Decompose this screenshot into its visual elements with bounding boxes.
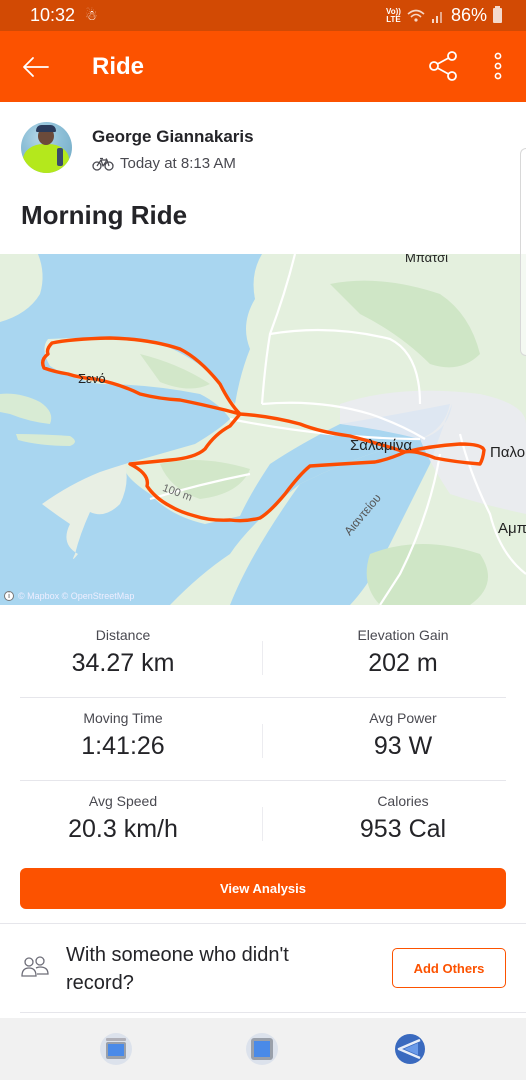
stat-label: Avg Speed bbox=[88, 793, 158, 809]
home-icon[interactable] bbox=[245, 1032, 279, 1066]
status-icons: Vo)) LTE 86% bbox=[386, 5, 502, 26]
map-label-center-town: Σαλαμίνα bbox=[350, 437, 413, 454]
activity-title: Morning Ride bbox=[21, 200, 188, 230]
map-canvas bbox=[0, 254, 526, 605]
stat-value: 34.27 km bbox=[71, 649, 175, 677]
activity-meta: Today at 8:13 AM bbox=[92, 155, 236, 172]
land-northwest bbox=[0, 254, 43, 322]
map-label-east-town: Παλο bbox=[490, 444, 526, 461]
activity-header: George Giannakaris Today at 8:13 AM Morn… bbox=[0, 102, 526, 254]
system-nav-bar bbox=[0, 1018, 526, 1080]
stat-label: Distance bbox=[95, 627, 151, 643]
volte-icon: Vo)) LTE bbox=[386, 6, 401, 24]
stats-grid: Distance 34.27 km Elevation Gain 202 m M… bbox=[0, 605, 526, 865]
battery-percentage: 86% bbox=[450, 5, 487, 25]
map-label-north-town: Μπατσί bbox=[405, 254, 448, 265]
activity-timestamp: Today at 8:13 AM bbox=[120, 155, 236, 172]
add-others-button[interactable]: Add Others bbox=[392, 948, 506, 988]
map-label-southeast-town: Αμπ bbox=[498, 520, 526, 537]
stat-value: 1:41:26 bbox=[81, 732, 165, 760]
info-icon[interactable]: i bbox=[4, 591, 14, 601]
stat-moving-time: Moving Time 1:41:26 bbox=[20, 698, 226, 761]
battery-icon bbox=[493, 6, 502, 23]
stat-label: Moving Time bbox=[83, 710, 163, 726]
athlete-name[interactable]: George Giannakaris bbox=[92, 127, 254, 147]
add-others-row: With someone who didn't record? Add Othe… bbox=[0, 924, 526, 1012]
stat-label: Avg Power bbox=[369, 710, 437, 726]
view-analysis-button[interactable]: View Analysis bbox=[20, 868, 506, 909]
stat-value: 93 W bbox=[373, 732, 433, 760]
stat-value: 953 Cal bbox=[359, 815, 447, 843]
stat-avg-speed: Avg Speed 20.3 km/h bbox=[20, 781, 226, 844]
stat-elevation-gain: Elevation Gain 202 m bbox=[300, 615, 506, 678]
back-icon[interactable] bbox=[393, 1032, 427, 1066]
stat-distance: Distance 34.27 km bbox=[20, 615, 226, 678]
map-attribution: i © Mapbox © OpenStreetMap bbox=[4, 591, 134, 601]
people-icon bbox=[21, 956, 49, 977]
stat-avg-power: Avg Power 93 W bbox=[300, 698, 506, 761]
notification-icon: ☃ bbox=[85, 7, 98, 23]
island-small bbox=[16, 434, 75, 446]
recents-icon[interactable] bbox=[99, 1032, 133, 1066]
stat-row: Avg Speed 20.3 km/h Calories 953 Cal bbox=[20, 781, 506, 864]
map-label-west-town: Σενό bbox=[78, 371, 106, 386]
signal-icon bbox=[431, 11, 442, 23]
arrow-left-icon[interactable] bbox=[20, 51, 52, 83]
island-west bbox=[0, 393, 52, 424]
stat-value: 20.3 km/h bbox=[68, 815, 178, 843]
status-time: 10:32 bbox=[30, 5, 76, 25]
stat-row: Distance 34.27 km Elevation Gain 202 m bbox=[20, 615, 506, 698]
stat-label: Elevation Gain bbox=[357, 627, 449, 643]
edge-panel-handle[interactable] bbox=[520, 148, 526, 356]
stat-label: Calories bbox=[377, 793, 429, 809]
page-title: Ride bbox=[92, 53, 145, 80]
more-vertical-icon[interactable] bbox=[490, 51, 506, 83]
land-west-peninsula bbox=[42, 464, 127, 559]
app-bar: Ride bbox=[0, 31, 526, 102]
bike-icon bbox=[92, 157, 114, 171]
status-bar: 10:32 ☃ Vo)) LTE 86% bbox=[0, 0, 526, 31]
stat-value: 202 m bbox=[368, 649, 438, 677]
divider bbox=[20, 1012, 526, 1013]
share-icon[interactable] bbox=[428, 50, 460, 82]
wifi-icon bbox=[407, 9, 425, 22]
avatar[interactable] bbox=[21, 122, 72, 173]
stat-calories: Calories 953 Cal bbox=[300, 781, 506, 844]
stat-row: Moving Time 1:41:26 Avg Power 93 W bbox=[20, 698, 506, 781]
add-others-prompt: With someone who didn't record? bbox=[66, 944, 289, 994]
route-map[interactable]: Μπατσί Σενό Σαλαμίνα Παλο Αμπ Αιαντείου … bbox=[0, 254, 526, 605]
